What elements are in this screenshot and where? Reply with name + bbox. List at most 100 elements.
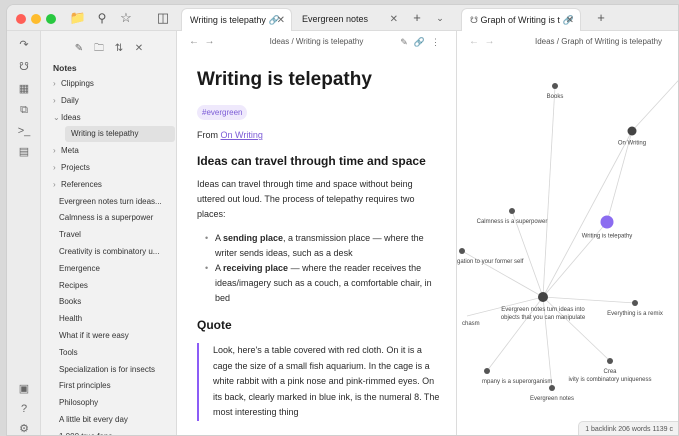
- file-item[interactable]: Creativity is combinatory u...: [41, 244, 177, 260]
- chevron-right-icon: ›: [53, 95, 56, 105]
- chevron-right-icon: ›: [53, 163, 56, 172]
- folder-item[interactable]: › References: [41, 177, 177, 193]
- item-label: Evergreen notes turn ideas...: [59, 196, 162, 206]
- folder-item[interactable]: › Daily: [41, 93, 177, 109]
- terminal-icon[interactable]: >_: [16, 123, 32, 139]
- graph-node-label: chasm: [462, 321, 480, 327]
- blockquote: Look, here's a table covered with red cl…: [197, 343, 443, 421]
- folder-icon[interactable]: 📁: [69, 9, 87, 27]
- item-label: References: [61, 179, 102, 189]
- graph-node: [538, 292, 548, 302]
- file-item[interactable]: First principles: [41, 378, 177, 394]
- bullet-list: A sending place, a transmission place — …: [197, 231, 443, 306]
- close-window-button[interactable]: [16, 14, 26, 24]
- graph-edge: [542, 85, 556, 298]
- graph-node: [549, 385, 555, 391]
- folder-item[interactable]: › Clippings: [41, 76, 177, 92]
- file-item[interactable]: Emergence: [41, 261, 177, 277]
- editor-actions[interactable]: ✎🔗⋮: [400, 31, 446, 53]
- item-label: Meta: [61, 146, 79, 156]
- note-content: Writing is telepathy #evergreen From On …: [197, 69, 443, 421]
- graph-node: [607, 358, 613, 364]
- item-label: Specialization is for insects: [59, 364, 156, 374]
- left-ribbon: ↷ ☋ ▦ ⧉ >_ ▤ ▣ ? ⚙: [7, 31, 41, 435]
- minimize-window-button[interactable]: [31, 14, 41, 24]
- folder-item[interactable]: ⌄Ideas: [41, 110, 177, 126]
- graph-canvas[interactable]: Books On Writing Calmness is a superpower W…: [457, 31, 679, 436]
- file-item[interactable]: Travel: [41, 227, 177, 243]
- graph-node-label: Everything is a remix: [607, 311, 663, 317]
- close-tab-icon[interactable]: ✕: [277, 9, 285, 31]
- chevron-right-icon: ›: [53, 179, 56, 189]
- star-icon[interactable]: ☆: [117, 9, 135, 27]
- calendar-icon[interactable]: ▦: [16, 81, 32, 97]
- source-link[interactable]: On Writing: [221, 130, 263, 140]
- graph-node-label: Evergreen notes turn ideas into: [501, 307, 585, 313]
- copy-icon[interactable]: ⧉: [16, 102, 32, 118]
- file-item[interactable]: What if it were easy: [41, 328, 177, 344]
- sort-icon[interactable]: ⇅: [111, 43, 127, 54]
- file-item[interactable]: Specialization is for insects: [41, 362, 177, 378]
- file-item[interactable]: Books: [41, 294, 177, 310]
- graph-node: [600, 215, 614, 229]
- section-heading: Quote: [197, 318, 232, 332]
- settings-gear-icon[interactable]: ⚙: [16, 421, 32, 435]
- graph-view-icon[interactable]: ☋: [16, 59, 32, 75]
- file-item[interactable]: A little bit every day: [41, 412, 177, 428]
- file-item[interactable]: Evergreen notes turn ideas...: [41, 194, 177, 210]
- file-item[interactable]: Tools: [41, 345, 177, 361]
- status-bar: 1 backlink 206 words 1139 c: [578, 421, 678, 435]
- item-label: Books: [59, 297, 82, 307]
- item-label: Writing is telepathy: [71, 129, 139, 139]
- file-item[interactable]: Philosophy: [41, 395, 177, 411]
- file-item[interactable]: Writing is telepathy: [65, 126, 175, 143]
- file-item[interactable]: Calmness is a superpower: [41, 210, 177, 226]
- item-label: Daily: [61, 95, 79, 105]
- graph-icon: ☋: [470, 15, 478, 25]
- item-label: What if it were easy: [59, 331, 129, 340]
- tab-evergreen-notes[interactable]: Evergreen notes ✕: [294, 8, 404, 31]
- graph-node-label: mpany is a superorganism: [482, 379, 552, 385]
- collapse-all-icon[interactable]: ✕: [131, 43, 147, 54]
- list-item: A receiving place — where the reader rec…: [197, 261, 443, 306]
- graph-node: [459, 248, 465, 254]
- tab-label: Graph of Writing is t: [480, 15, 560, 25]
- maximize-window-button[interactable]: [46, 14, 56, 24]
- file-item[interactable]: Health: [41, 311, 177, 327]
- chevron-down-icon[interactable]: ⌄: [431, 9, 449, 27]
- chevron-right-icon: ›: [53, 79, 56, 88]
- folder-item[interactable]: › Meta: [41, 143, 177, 159]
- search-icon[interactable]: ⚲: [93, 9, 111, 27]
- item-label: Emergence: [59, 263, 100, 273]
- tab-graph[interactable]: ☋ Graph of Writing is t 🔗 ✕: [461, 8, 581, 31]
- close-tab-icon[interactable]: ✕: [390, 8, 398, 31]
- vault-root[interactable]: Notes: [41, 60, 177, 76]
- new-note-icon[interactable]: ✎: [71, 43, 87, 54]
- vault-icon[interactable]: ▣: [16, 381, 32, 397]
- item-label: Clippings: [61, 79, 94, 88]
- item-label: Projects: [61, 163, 90, 172]
- close-tab-icon[interactable]: ✕: [566, 9, 574, 31]
- item-label: A little bit every day: [59, 415, 128, 424]
- file-item[interactable]: 1,000 true fans: [41, 429, 177, 435]
- item-label: First principles: [59, 381, 111, 391]
- item-label: Ideas: [61, 112, 81, 122]
- new-tab-icon[interactable]: +: [408, 9, 426, 27]
- tab-writing-is-telepathy[interactable]: Writing is telepathy 🔗 ✕: [181, 8, 292, 31]
- graph-node: [484, 368, 490, 374]
- graph-node-label: objects that you can manipulate: [501, 315, 586, 321]
- file-item[interactable]: Recipes: [41, 278, 177, 294]
- folder-item[interactable]: › Projects: [41, 160, 177, 176]
- sidebar-toggle-icon[interactable]: ◫: [154, 9, 172, 27]
- item-label: Recipes: [59, 280, 88, 290]
- editor-pane: ← → Ideas / Writing is telepathy ✎🔗⋮ Wri…: [177, 31, 457, 435]
- graph-node-label: Evergreen notes: [530, 396, 574, 402]
- switcher-icon[interactable]: ↷: [16, 37, 32, 53]
- template-icon[interactable]: ▤: [16, 144, 32, 160]
- help-icon[interactable]: ?: [16, 401, 32, 417]
- new-folder-icon[interactable]: 🗀: [91, 41, 107, 58]
- item-label: Travel: [59, 230, 81, 240]
- tag-badge[interactable]: #evergreen: [197, 105, 248, 120]
- new-tab-icon[interactable]: +: [592, 9, 610, 27]
- graph-pane: ← → Ideas / Graph of Writing is telepath…: [457, 31, 679, 436]
